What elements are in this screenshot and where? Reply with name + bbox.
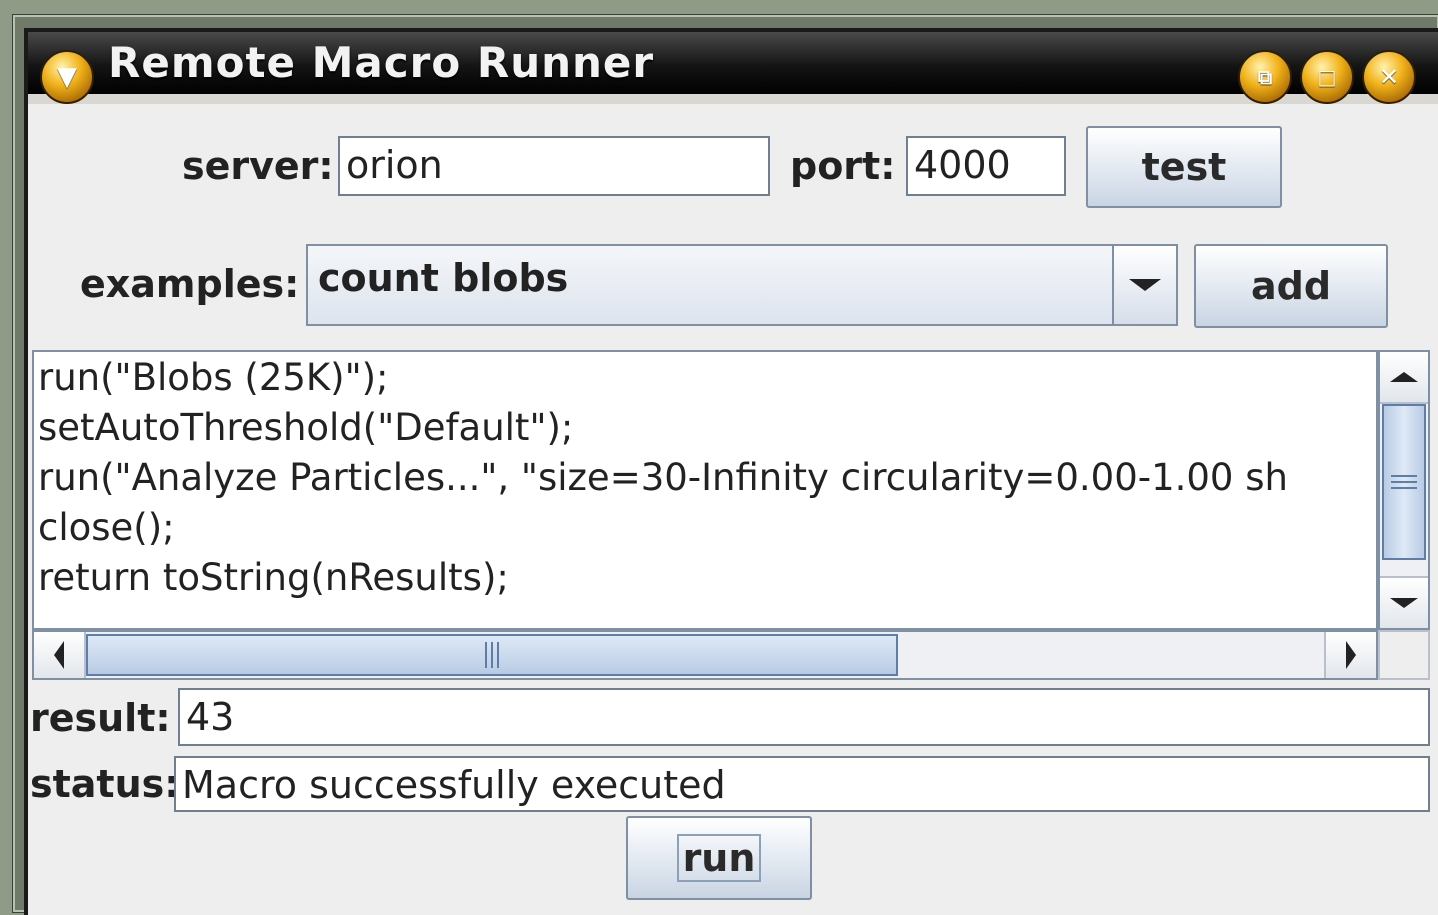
examples-label: examples: xyxy=(80,262,300,306)
add-button[interactable]: add xyxy=(1194,244,1388,328)
grip-icon xyxy=(1391,475,1417,489)
macro-editor[interactable]: run("Blobs (25K)"); setAutoThreshold("De… xyxy=(32,350,1378,630)
arrow-left-icon xyxy=(54,641,64,669)
scroll-corner xyxy=(1378,630,1430,680)
code-line: return toString(nResults); xyxy=(38,556,509,599)
dropdown-arrow-button[interactable] xyxy=(1112,246,1176,324)
status-label: status: xyxy=(30,762,180,806)
status-field[interactable]: Macro successfully executed xyxy=(174,756,1430,812)
horizontal-scroll-thumb[interactable] xyxy=(86,634,898,676)
result-label: result: xyxy=(30,696,171,740)
window-title: Remote Macro Runner xyxy=(108,38,655,87)
code-line: run("Blobs (25K)"); xyxy=(38,356,389,399)
restore-button[interactable]: ⧉ xyxy=(1238,50,1292,104)
maximize-icon: □ xyxy=(1317,65,1337,89)
vertical-scrollbar[interactable] xyxy=(1378,350,1430,630)
code-line: close(); xyxy=(38,506,175,549)
code-line: setAutoThreshold("Default"); xyxy=(38,406,574,449)
window-menu-button[interactable]: ▼ xyxy=(40,50,94,104)
maximize-button[interactable]: □ xyxy=(1300,50,1354,104)
run-button-label: run xyxy=(676,834,762,882)
arrow-right-icon xyxy=(1346,641,1356,669)
arrow-down-icon xyxy=(1390,598,1418,608)
test-button[interactable]: test xyxy=(1086,126,1282,208)
chevron-down-icon: ▼ xyxy=(57,62,77,92)
chevron-down-icon xyxy=(1129,279,1161,291)
grip-icon xyxy=(485,642,499,668)
restore-icon: ⧉ xyxy=(1257,65,1273,89)
arrow-up-icon xyxy=(1390,372,1418,382)
result-field[interactable]: 43 xyxy=(178,688,1430,746)
scroll-right-button[interactable] xyxy=(1324,632,1376,678)
code-line: run("Analyze Particles...", "size=30-Inf… xyxy=(38,456,1288,499)
server-label: server: xyxy=(182,144,334,188)
examples-dropdown[interactable]: count blobs xyxy=(306,244,1178,326)
title-bar[interactable]: ▼ Remote Macro Runner ⧉ □ ✕ xyxy=(28,32,1438,104)
close-icon: ✕ xyxy=(1378,63,1400,91)
close-button[interactable]: ✕ xyxy=(1362,50,1416,104)
scroll-left-button[interactable] xyxy=(34,632,86,678)
run-button[interactable]: run xyxy=(626,816,812,900)
scroll-down-button[interactable] xyxy=(1380,576,1428,628)
port-input[interactable]: 4000 xyxy=(906,136,1066,196)
remote-macro-runner-window: ▼ Remote Macro Runner ⧉ □ ✕ server: orio… xyxy=(24,28,1438,915)
port-label: port: xyxy=(790,144,896,188)
scroll-up-button[interactable] xyxy=(1380,352,1428,404)
vertical-scroll-thumb[interactable] xyxy=(1382,404,1426,560)
server-input[interactable]: orion xyxy=(338,136,770,196)
horizontal-scrollbar[interactable] xyxy=(32,630,1378,680)
examples-selected-value: count blobs xyxy=(318,256,569,300)
